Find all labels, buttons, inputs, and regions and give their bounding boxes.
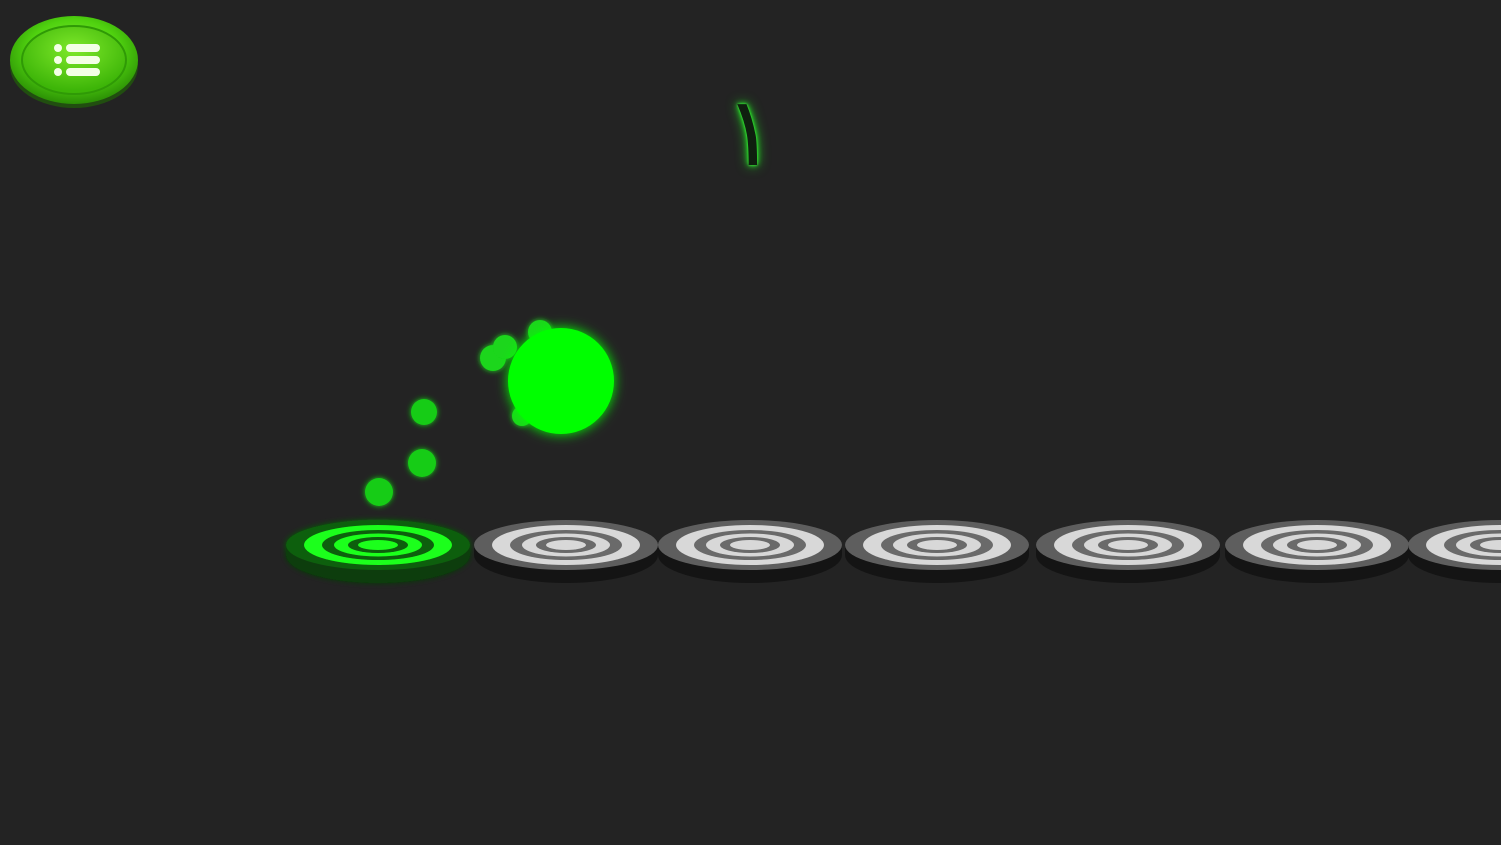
- pad-active: [286, 520, 470, 583]
- pad: [1408, 520, 1501, 583]
- trail-dot: [408, 449, 436, 477]
- trail-dot: [493, 335, 517, 359]
- trail-dot: [365, 478, 393, 506]
- pad: [845, 520, 1029, 583]
- pad: [658, 520, 842, 583]
- pads-row: [286, 520, 1501, 583]
- ball: [508, 328, 614, 434]
- game-stage[interactable]: ١: [0, 0, 1501, 845]
- pad: [474, 520, 658, 583]
- pad: [1225, 520, 1409, 583]
- trail-dot: [411, 399, 437, 425]
- pad: [1036, 520, 1220, 583]
- game-field: [286, 320, 1501, 583]
